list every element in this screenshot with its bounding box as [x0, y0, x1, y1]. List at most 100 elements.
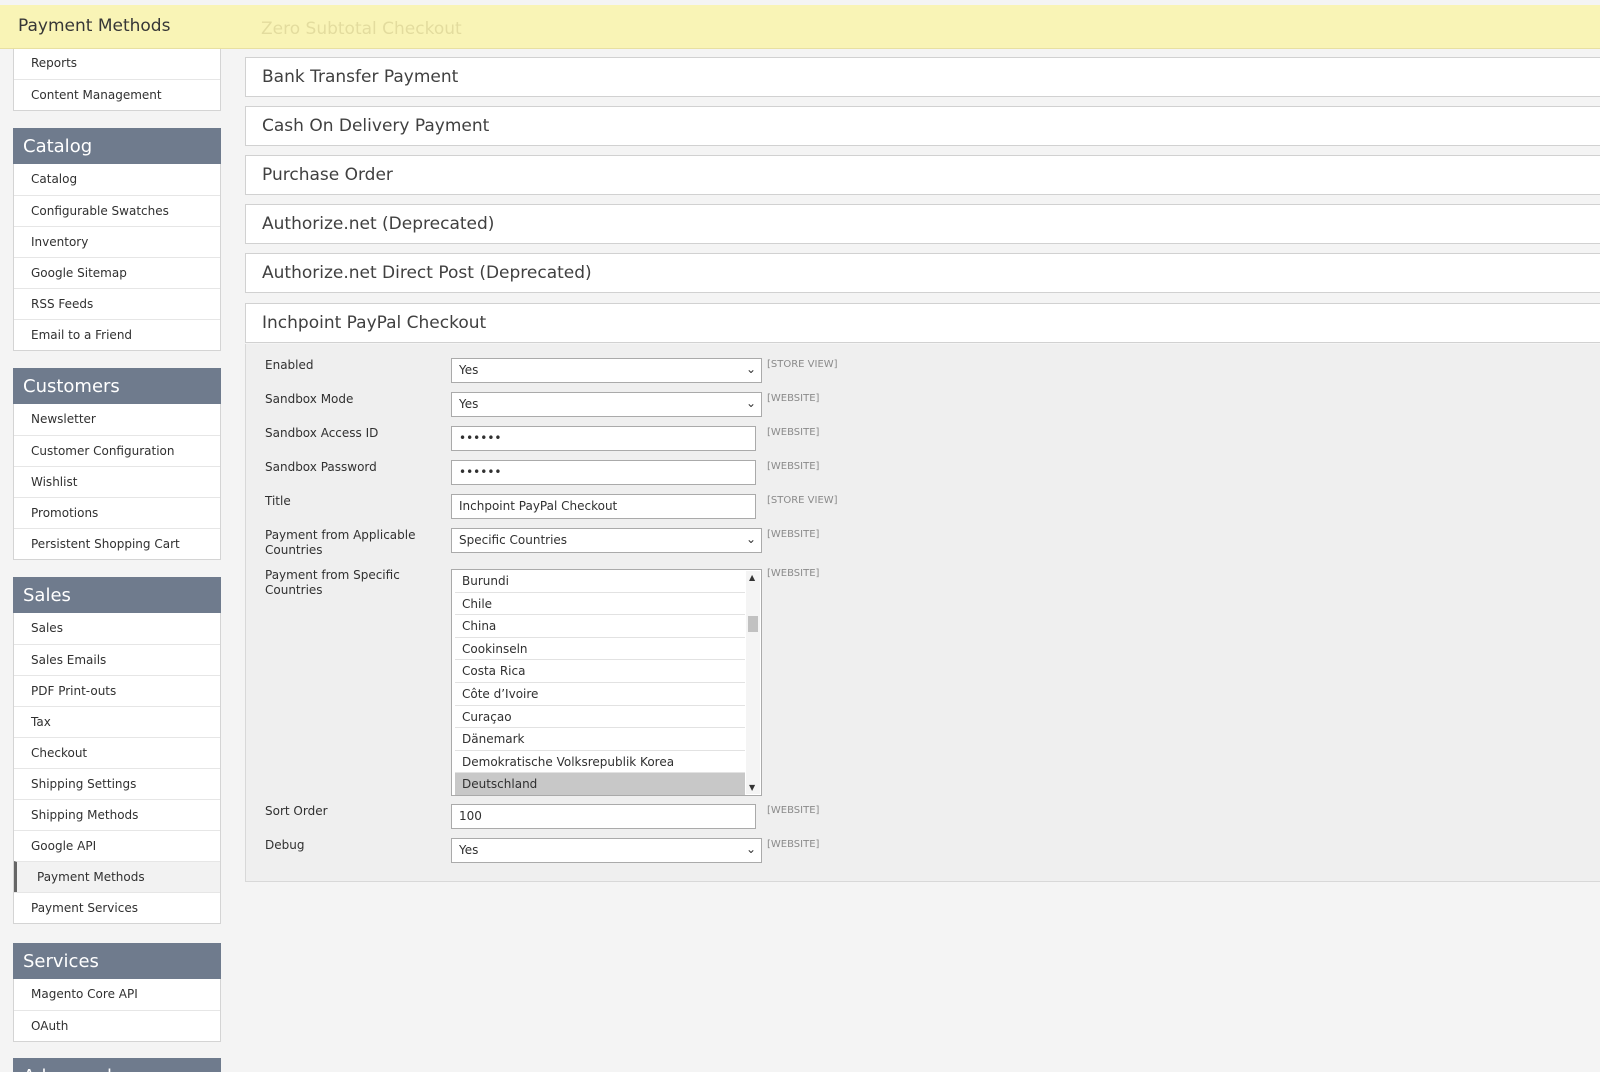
country-option-selected[interactable]: Deutschland	[455, 773, 745, 795]
sidebar-item-pdf-print-outs[interactable]: PDF Print-outs	[14, 675, 220, 706]
applicable-countries-select[interactable]: Specific Countries ⌄	[451, 528, 762, 553]
title-label: Title	[265, 494, 291, 508]
sidebar-group-advanced: Advanced	[13, 1058, 221, 1072]
debug-select[interactable]: Yes ⌄	[451, 838, 762, 863]
section-bank-transfer-payment[interactable]: Bank Transfer Payment	[245, 57, 1600, 97]
sidebar-item-promotions[interactable]: Promotions	[14, 497, 220, 528]
sandbox-mode-value: Yes	[459, 397, 479, 411]
debug-label: Debug	[265, 838, 305, 852]
scroll-up-icon[interactable]: ▲	[749, 573, 755, 582]
scrollbar-thumb[interactable]	[748, 616, 758, 632]
section-title: Bank Transfer Payment	[262, 67, 459, 87]
sidebar-item-content-management[interactable]: Content Management	[14, 79, 220, 110]
sidebar-group-sales: Sales Sales Sales Emails PDF Print-outs …	[13, 577, 221, 924]
enabled-scope: [STORE VIEW]	[767, 359, 838, 370]
sidebar-group-title: Catalog	[13, 128, 221, 164]
sidebar-item-payment-services[interactable]: Payment Services	[14, 892, 220, 923]
sidebar-item-sales-emails[interactable]: Sales Emails	[14, 644, 220, 675]
title-input[interactable]: Inchpoint PayPal Checkout	[451, 494, 756, 519]
section-title: Purchase Order	[262, 165, 393, 185]
enabled-value: Yes	[459, 363, 479, 377]
sidebar-item-customer-configuration[interactable]: Customer Configuration	[14, 435, 220, 466]
sidebar-item-wishlist[interactable]: Wishlist	[14, 466, 220, 497]
applicable-countries-label: Payment from Applicable Countries	[265, 528, 416, 557]
country-option[interactable]: Curaçao	[455, 706, 745, 729]
sidebar-item-payment-methods[interactable]: Payment Methods	[14, 861, 220, 892]
specific-countries-label: Payment from Specific Countries	[265, 568, 400, 597]
sandbox-access-id-scope: [WEBSITE]	[767, 427, 820, 438]
sidebar-group-title: Customers	[13, 368, 221, 404]
title-scope: [STORE VIEW]	[767, 495, 838, 506]
chevron-down-icon: ⌄	[745, 842, 756, 856]
listbox-scrollbar[interactable]: ▲ ▼	[746, 571, 760, 794]
country-option[interactable]: Demokratische Volksrepublik Korea	[455, 751, 745, 774]
sandbox-access-id-input[interactable]: ••••••	[451, 426, 756, 451]
section-title: Authorize.net Direct Post (Deprecated)	[262, 263, 592, 283]
sidebar-item-checkout[interactable]: Checkout	[14, 737, 220, 768]
sort-order-scope: [WEBSITE]	[767, 805, 820, 816]
country-option[interactable]: Cookinseln	[455, 638, 745, 661]
sandbox-mode-scope: [WEBSITE]	[767, 393, 820, 404]
sandbox-password-input[interactable]: ••••••	[451, 460, 756, 485]
sandbox-access-id-label: Sandbox Access ID	[265, 426, 379, 440]
section-zero-subtotal-checkout: Zero Subtotal Checkout	[261, 19, 462, 39]
sandbox-mode-label: Sandbox Mode	[265, 392, 354, 406]
country-option[interactable]: Dänemark	[455, 728, 745, 751]
section-authorize-net[interactable]: Authorize.net (Deprecated)	[245, 204, 1600, 244]
country-option[interactable]: China	[455, 615, 745, 638]
sandbox-password-scope: [WEBSITE]	[767, 461, 820, 472]
sort-order-input[interactable]: 100	[451, 804, 756, 829]
sandbox-mode-select[interactable]: Yes ⌄	[451, 392, 762, 417]
page-title: Payment Methods	[18, 16, 171, 36]
sidebar-item-tax[interactable]: Tax	[14, 706, 220, 737]
sidebar-group-catalog: Catalog Catalog Configurable Swatches In…	[13, 128, 221, 351]
specific-countries-multiselect[interactable]: Burundi Chile China Cookinseln Costa Ric…	[451, 569, 762, 796]
sidebar-item-google-api[interactable]: Google API	[14, 830, 220, 861]
section-cash-on-delivery-payment[interactable]: Cash On Delivery Payment	[245, 106, 1600, 146]
specific-countries-scope: [WEBSITE]	[767, 568, 820, 579]
sidebar-item-persistent-shopping-cart[interactable]: Persistent Shopping Cart	[14, 528, 220, 559]
chevron-down-icon: ⌄	[745, 362, 756, 376]
sandbox-password-label: Sandbox Password	[265, 460, 377, 474]
paypal-config-form: Enabled Yes ⌄ [STORE VIEW] Sandbox Mode …	[245, 344, 1600, 882]
sidebar-item-sales[interactable]: Sales	[14, 613, 220, 644]
sidebar-item-reports[interactable]: Reports	[14, 48, 220, 79]
enabled-label: Enabled	[265, 358, 314, 372]
sidebar-group-customers: Customers Newsletter Customer Configurat…	[13, 368, 221, 560]
sidebar-group-general: Reports Content Management	[13, 47, 221, 111]
country-option[interactable]: Costa Rica	[455, 660, 745, 683]
scroll-down-icon[interactable]: ▼	[749, 783, 755, 792]
enabled-select[interactable]: Yes ⌄	[451, 358, 762, 383]
sidebar-item-configurable-swatches[interactable]: Configurable Swatches	[14, 195, 220, 226]
sidebar-group-title: Services	[13, 943, 221, 979]
sidebar-item-inventory[interactable]: Inventory	[14, 226, 220, 257]
section-title: Authorize.net (Deprecated)	[262, 214, 495, 234]
sidebar-group-title: Advanced	[13, 1058, 221, 1072]
sidebar-group-title: Sales	[13, 577, 221, 613]
applicable-countries-value: Specific Countries	[459, 533, 568, 547]
debug-scope: [WEBSITE]	[767, 839, 820, 850]
country-option[interactable]: Chile	[455, 593, 745, 616]
sidebar-item-shipping-settings[interactable]: Shipping Settings	[14, 768, 220, 799]
sidebar-group-services: Services Magento Core API OAuth	[13, 943, 221, 1042]
chevron-down-icon: ⌄	[745, 396, 756, 410]
sidebar-item-google-sitemap[interactable]: Google Sitemap	[14, 257, 220, 288]
section-title: Inchpoint PayPal Checkout	[262, 313, 487, 333]
sidebar-item-oauth[interactable]: OAuth	[14, 1010, 220, 1041]
chevron-down-icon: ⌄	[745, 532, 756, 546]
section-authorize-net-direct-post[interactable]: Authorize.net Direct Post (Deprecated)	[245, 253, 1600, 293]
sidebar-item-newsletter[interactable]: Newsletter	[14, 404, 220, 435]
sidebar-item-email-to-a-friend[interactable]: Email to a Friend	[14, 319, 220, 350]
sidebar-item-magento-core-api[interactable]: Magento Core API	[14, 979, 220, 1010]
debug-value: Yes	[459, 843, 479, 857]
section-title: Cash On Delivery Payment	[262, 116, 490, 136]
country-option[interactable]: Burundi	[455, 570, 745, 593]
sidebar-item-rss-feeds[interactable]: RSS Feeds	[14, 288, 220, 319]
sidebar-item-shipping-methods[interactable]: Shipping Methods	[14, 799, 220, 830]
sort-order-label: Sort Order	[265, 804, 328, 818]
country-option[interactable]: Côte d’Ivoire	[455, 683, 745, 706]
applicable-countries-scope: [WEBSITE]	[767, 529, 820, 540]
section-inchpoint-paypal-checkout[interactable]: Inchpoint PayPal Checkout	[245, 303, 1600, 343]
sidebar-item-catalog[interactable]: Catalog	[14, 164, 220, 195]
section-purchase-order[interactable]: Purchase Order	[245, 155, 1600, 195]
